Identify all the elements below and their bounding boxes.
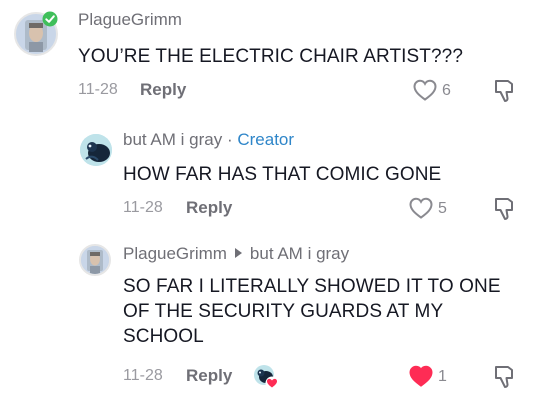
comment-date: 11-28 [78, 81, 118, 98]
heart-icon[interactable] [408, 196, 434, 220]
comment-date: 11-28 [123, 199, 163, 216]
reply-arrow-icon [234, 248, 242, 258]
avatar-image [81, 246, 109, 274]
comment-username[interactable]: but AM i gray [123, 130, 222, 149]
dislike-icon[interactable] [493, 196, 517, 222]
avatar-image [80, 134, 112, 166]
heart-icon[interactable] [412, 78, 438, 102]
reply-button[interactable]: Reply [186, 366, 232, 386]
reply-button[interactable]: Reply [140, 80, 186, 100]
dislike-icon[interactable] [493, 78, 517, 104]
creator-liked-icon [253, 364, 279, 390]
comment-username[interactable]: PlagueGrimm [78, 10, 182, 30]
comment-text-line: SCHOOL [123, 326, 204, 347]
comment-header: PlagueGrimm but AM i gray [123, 244, 349, 264]
comment-username[interactable]: PlagueGrimm [123, 244, 227, 263]
creator-badge: Creator [237, 130, 295, 149]
like-count: 1 [438, 368, 447, 385]
comment-text: HOW FAR HAS THAT COMIC GONE [123, 164, 442, 185]
comment-text-line: SO FAR I LITERALLY SHOWED IT TO ONE [123, 276, 501, 297]
like-count: 6 [442, 82, 451, 99]
avatar[interactable] [79, 244, 111, 276]
comment-date: 11-28 [123, 367, 163, 384]
comment-text: YOU’RE THE ELECTRIC CHAIR ARTIST??? [78, 46, 464, 67]
verified-check-icon [42, 11, 58, 27]
like-count: 5 [438, 200, 447, 217]
heart-icon-filled[interactable] [408, 364, 434, 388]
reply-button[interactable]: Reply [186, 198, 232, 218]
reply-to-username[interactable]: but AM i gray [250, 244, 349, 263]
avatar[interactable] [80, 134, 112, 166]
separator-dot: · [226, 130, 233, 149]
comment-header: but AM i gray · Creator [123, 130, 294, 150]
comment-text: SO FAR I LITERALLY SHOWED IT TO ONE OF T… [123, 274, 501, 349]
comment-text-line: OF THE SECURITY GUARDS AT MY [123, 301, 444, 322]
dislike-icon[interactable] [493, 364, 517, 390]
